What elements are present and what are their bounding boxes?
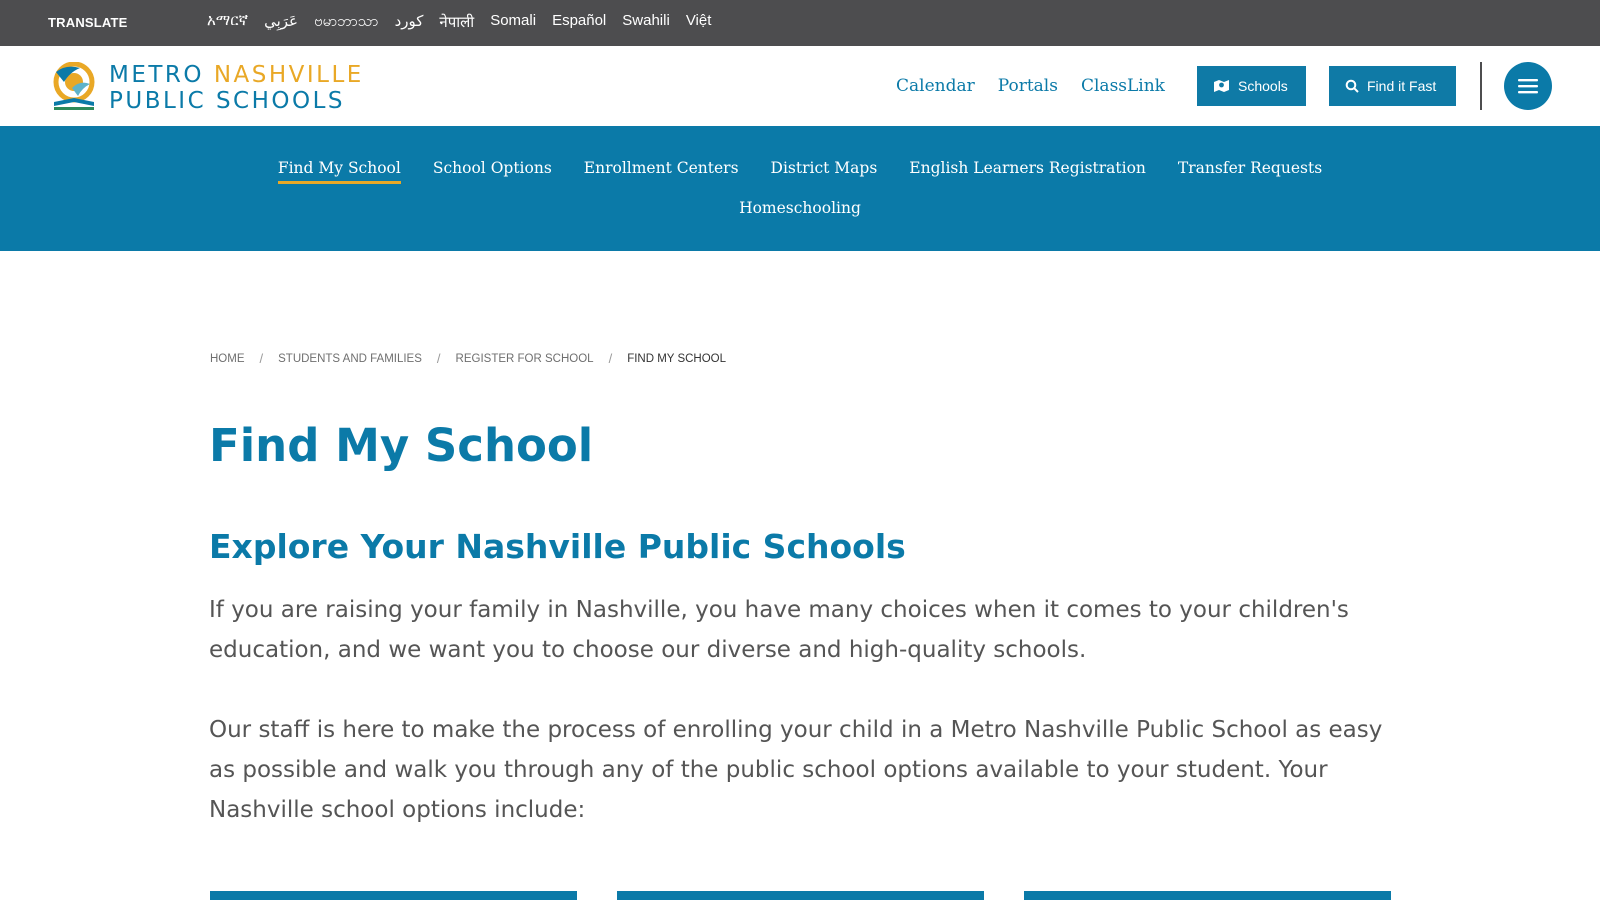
nav-enrollment-centers[interactable]: Enrollment Centers (584, 159, 739, 184)
translate-label: TRANSLATE (48, 15, 128, 30)
breadcrumb-register-for-school[interactable]: REGISTER FOR SCHOOL (456, 353, 594, 365)
logo-text: METRO NASHVILLE PUBLIC SCHOOLS (109, 62, 364, 114)
calendar-link[interactable]: Calendar (896, 76, 975, 96)
map-icon (1214, 80, 1229, 92)
school-option-card[interactable] (617, 891, 984, 900)
find-it-fast-label: Find it Fast (1367, 78, 1437, 94)
breadcrumb-home[interactable]: HOME (210, 353, 245, 365)
schools-button-label: Schools (1238, 78, 1288, 94)
breadcrumb-separator: / (608, 351, 613, 366)
logo-emblem-icon (53, 62, 95, 110)
language-kurdish[interactable]: كورد (395, 12, 424, 34)
breadcrumb-students-and-families[interactable]: STUDENTS AND FAMILIES (278, 353, 422, 365)
language-list: አማርኛ عَرَبِي ဗမာဘာသာ كورد नेपाली Somali … (207, 12, 711, 34)
nav-transfer-requests[interactable]: Transfer Requests (1178, 159, 1322, 184)
utility-links: Calendar Portals ClassLink (896, 76, 1165, 96)
logo-public-schools: PUBLIC SCHOOLS (109, 88, 346, 114)
nav-district-maps[interactable]: District Maps (771, 159, 878, 184)
breadcrumb: HOME / STUDENTS AND FAMILIES / REGISTER … (210, 351, 726, 366)
language-amharic[interactable]: አማርኛ (207, 12, 248, 34)
breadcrumb-separator: / (436, 351, 441, 366)
portals-link[interactable]: Portals (998, 76, 1058, 96)
language-swahili[interactable]: Swahili (622, 12, 670, 34)
language-burmese[interactable]: ဗမာဘာသာ (314, 12, 379, 34)
nav-english-learners-registration[interactable]: English Learners Registration (909, 159, 1146, 184)
language-vietnamese[interactable]: Việt (686, 12, 712, 34)
school-option-card[interactable] (1024, 891, 1391, 900)
nav-row-primary: Find My School School Options Enrollment… (0, 159, 1600, 184)
breadcrumb-current: FIND MY SCHOOL (627, 352, 727, 365)
page-title: Find My School (209, 419, 594, 472)
school-option-card[interactable] (210, 891, 577, 900)
site-header: METRO NASHVILLE PUBLIC SCHOOLS Calendar … (0, 46, 1600, 126)
translate-bar: TRANSLATE አማርኛ عَرَبِي ဗမာဘာသာ كورد नेपा… (0, 0, 1600, 46)
mnps-logo[interactable]: METRO NASHVILLE PUBLIC SCHOOLS (50, 62, 390, 114)
header-divider (1480, 62, 1482, 110)
find-it-fast-button[interactable]: Find it Fast (1329, 66, 1456, 106)
language-somali[interactable]: Somali (490, 12, 536, 34)
hamburger-icon (1518, 79, 1538, 94)
schools-button[interactable]: Schools (1197, 66, 1306, 106)
logo-metro: METRO (109, 62, 205, 88)
language-nepali[interactable]: नेपाली (439, 12, 474, 34)
school-option-cards (210, 891, 1391, 900)
intro-paragraph: If you are raising your family in Nashvi… (209, 597, 1349, 663)
classlink-link[interactable]: ClassLink (1081, 76, 1165, 96)
language-arabic[interactable]: عَرَبِي (264, 12, 298, 34)
main-nav: Find My School School Options Enrollment… (0, 126, 1600, 251)
nav-row-secondary: Homeschooling (0, 199, 1600, 221)
nav-find-my-school[interactable]: Find My School (277, 159, 401, 184)
breadcrumb-separator: / (259, 351, 264, 366)
section-title: Explore Your Nashville Public Schools (209, 527, 906, 566)
language-spanish[interactable]: Español (552, 12, 606, 34)
logo-nashville: NASHVILLE (213, 62, 364, 88)
nav-homeschooling[interactable]: Homeschooling (739, 199, 861, 221)
nav-school-options[interactable]: School Options (433, 159, 552, 184)
staff-paragraph: Our staff is here to make the process of… (209, 717, 1383, 823)
menu-button[interactable] (1504, 62, 1552, 110)
search-icon (1345, 79, 1359, 93)
